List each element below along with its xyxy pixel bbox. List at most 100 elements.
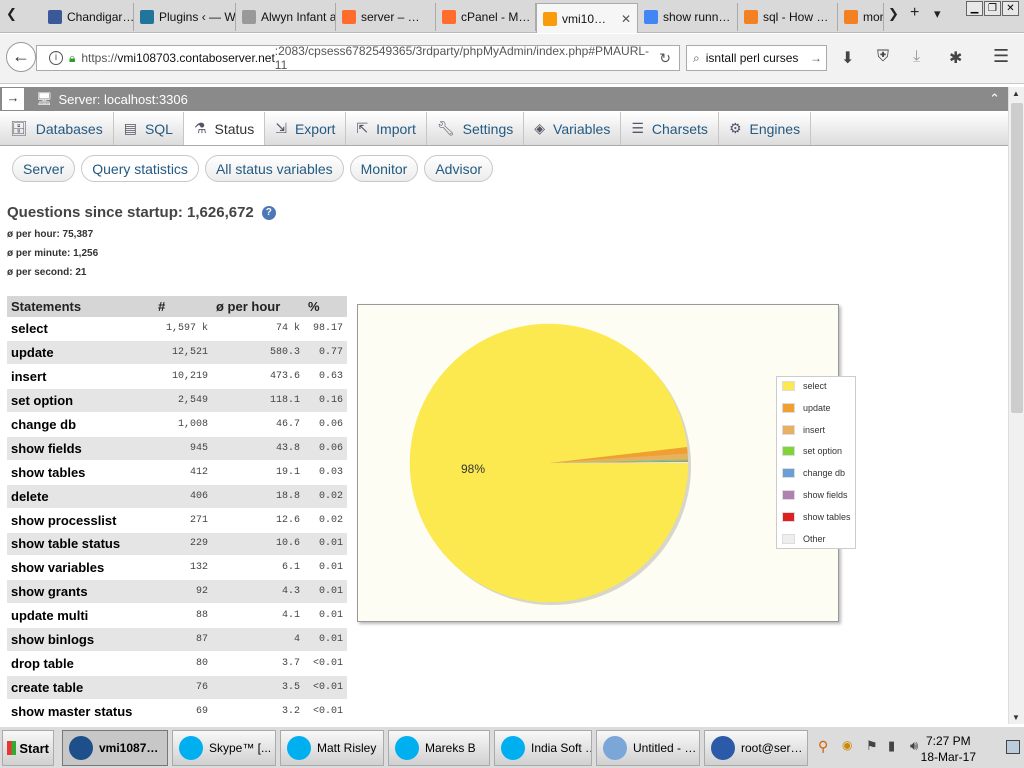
network-icon[interactable]: ▮ (888, 738, 895, 754)
variables-icon: ◈ (534, 120, 546, 136)
column-header-per-hour[interactable]: ø per hour (212, 296, 304, 317)
ublock-icon[interactable]: ⛨ (877, 48, 889, 66)
extension-icon[interactable]: ✱ (949, 48, 962, 68)
new-tab-icon[interactable]: + (910, 4, 919, 22)
tab-databases[interactable]: 🗄︎ Databases (0, 112, 114, 145)
search-input[interactable]: isntall perl curses (706, 51, 799, 65)
legend-item[interactable]: change db (782, 468, 845, 479)
browser-tab-label: mor (863, 10, 884, 24)
taskbar-item[interactable]: Untitled - … (596, 730, 700, 766)
scroll-up-icon[interactable]: ▲ (1012, 89, 1020, 98)
restore-window-icon[interactable]: ❐ (984, 1, 1001, 16)
notification-icon[interactable]: ◉ (842, 738, 852, 752)
tab-status[interactable]: ⚗︎ Status (183, 112, 266, 145)
taskbar-item-label: Skype™ [... (209, 741, 272, 755)
pie-slice-select[interactable] (409, 323, 689, 603)
scroll-down-icon[interactable]: ▼ (1012, 713, 1020, 722)
statement-name: show processlist (7, 508, 154, 533)
app-icon (179, 736, 203, 760)
browser-tab[interactable]: Chandigar… (42, 3, 134, 31)
scrollbar-thumb[interactable] (1011, 103, 1023, 413)
legend-swatch (782, 533, 795, 544)
start-button[interactable]: Start (2, 730, 54, 766)
column-header-count[interactable]: # (154, 296, 212, 317)
legend-item[interactable]: Other (782, 533, 826, 544)
main-menu: 🗄︎ Databases ▤ SQL ⚗︎ Status ⇲ Export ⇱ Impor… (0, 112, 1008, 146)
legend-item[interactable]: set option (782, 446, 843, 457)
legend-item[interactable]: show tables (782, 511, 851, 522)
tab-scroll-left-icon[interactable]: ❮ (6, 6, 17, 22)
tab-engines[interactable]: ⚙︎ Engines (719, 112, 812, 145)
tab-scroll-right-icon[interactable]: ❯ (888, 6, 899, 22)
taskbar-item[interactable]: India Soft … (494, 730, 592, 766)
legend-item[interactable]: update (782, 402, 831, 413)
pocket-download-icon[interactable]: ⬇ (841, 48, 854, 68)
statement-per-hour: 4 (212, 627, 304, 652)
tab-settings[interactable]: 🔧︎ Settings (427, 112, 525, 145)
search-tray-icon[interactable]: ⚲ (818, 738, 828, 755)
taskbar-item[interactable]: root@ser… (704, 730, 808, 766)
column-header-percent[interactable]: % (304, 296, 347, 317)
flag-icon[interactable]: ⚑ (866, 738, 878, 754)
statement-count: 945 (154, 436, 212, 461)
legend-item[interactable]: insert (782, 424, 825, 435)
subtab-query-statistics[interactable]: Query statistics (81, 155, 199, 182)
info-icon[interactable]: i (49, 51, 63, 65)
browser-tab[interactable]: server – … (336, 3, 436, 31)
search-box[interactable]: ⌕ isntall perl curses → (686, 45, 827, 71)
statement-count: 88 (154, 603, 212, 629)
table-row: delete 406 18.8 0.02 (7, 484, 347, 509)
show-desktop-icon[interactable] (1006, 740, 1020, 754)
taskbar-item-label: Mareks B (425, 741, 476, 755)
statement-name: set option (7, 388, 154, 414)
tab-variables[interactable]: ◈ Variables (524, 112, 622, 145)
legend-item[interactable]: select (782, 381, 827, 391)
clock[interactable]: 7:27 PM 18-Mar-17 (921, 733, 976, 765)
clock-date: 18-Mar-17 (920, 750, 976, 764)
statement-percent: 0.16 (304, 388, 347, 414)
browser-tab[interactable]: Alwyn Infant a… (236, 3, 336, 31)
reload-icon[interactable]: ↻ (659, 50, 671, 67)
tab-import[interactable]: ⇱ Import (346, 112, 427, 145)
browser-tab[interactable]: mor (838, 3, 884, 31)
close-tab-icon[interactable]: ✕ (615, 12, 631, 26)
subtab-all-status-variables[interactable]: All status variables (204, 155, 344, 182)
subtab-server[interactable]: Server (12, 155, 76, 182)
minimize-window-icon[interactable]: ▁ (966, 1, 983, 16)
browser-tab[interactable]: show runn… (638, 3, 738, 31)
help-icon[interactable]: ? (261, 206, 276, 221)
browser-tab[interactable]: Plugins ‹ — Wo… (134, 3, 236, 31)
browser-tab[interactable]: sql - How … (738, 3, 838, 31)
page-scrollbar[interactable]: ▲ ▼ (1008, 87, 1024, 724)
close-window-icon[interactable]: ✕ (1002, 1, 1019, 16)
tab-list-icon[interactable]: ▾ (934, 6, 941, 22)
taskbar-item[interactable]: vmi1087… (62, 730, 168, 766)
tab-charsets[interactable]: ☰ Charsets (621, 112, 719, 145)
downloads-icon[interactable]: ⤓ (913, 48, 920, 66)
column-header-statements[interactable]: Statements (7, 296, 154, 317)
statement-name: show binlogs (7, 627, 154, 652)
search-go-icon[interactable]: → (810, 51, 822, 65)
legend-item[interactable]: show fields (782, 490, 848, 500)
taskbar-item[interactable]: Matt Risley (280, 730, 384, 766)
table-row: show variables 132 6.1 0.01 (7, 555, 347, 581)
server-label[interactable]: Server: localhost:3306 (59, 92, 188, 107)
statement-name: show master status (7, 699, 154, 724)
statement-per-hour: 473.6 (212, 364, 304, 390)
url-bar[interactable]: i 🔒︎ https://vmi108703.contaboserver.net… (36, 44, 680, 72)
browser-tab[interactable]: cPanel - M… (436, 3, 536, 31)
back-arrow-icon[interactable]: ← (6, 42, 36, 72)
subtab-monitor[interactable]: Monitor (349, 155, 419, 182)
statement-percent: 0.63 (304, 364, 347, 390)
tab-export[interactable]: ⇲ Export (265, 112, 347, 145)
tab-sql[interactable]: ▤ SQL (114, 112, 184, 145)
taskbar-item[interactable]: Mareks B (388, 730, 490, 766)
collapse-top-icon[interactable]: ⌃ (989, 91, 1000, 107)
taskbar-item[interactable]: Skype™ [... (172, 730, 276, 766)
collapse-nav-icon[interactable]: → (2, 88, 24, 110)
browser-tab[interactable]: vmi10… ✕ (536, 3, 638, 33)
subtab-advisor[interactable]: Advisor (424, 155, 494, 182)
volume-icon[interactable]: 🔊︎ (910, 738, 918, 754)
legend-label: set option (803, 446, 843, 457)
hamburger-menu-icon[interactable]: ☰ (993, 46, 1009, 67)
